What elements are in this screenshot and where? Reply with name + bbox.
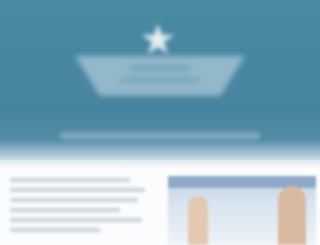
intro-text-block	[10, 178, 150, 238]
boat-logo-icon	[75, 56, 245, 96]
text-line	[10, 228, 100, 232]
text-line	[10, 178, 130, 182]
hero-banner	[0, 0, 320, 160]
text-line	[10, 218, 142, 222]
person-figure	[278, 186, 306, 245]
hero-fade	[0, 140, 320, 170]
person-figure	[188, 196, 208, 245]
people-photo[interactable]	[168, 176, 316, 245]
text-line	[10, 198, 138, 202]
content-area	[0, 170, 320, 245]
text-line	[10, 188, 145, 192]
hero-tagline	[60, 132, 260, 140]
text-line	[10, 208, 120, 212]
